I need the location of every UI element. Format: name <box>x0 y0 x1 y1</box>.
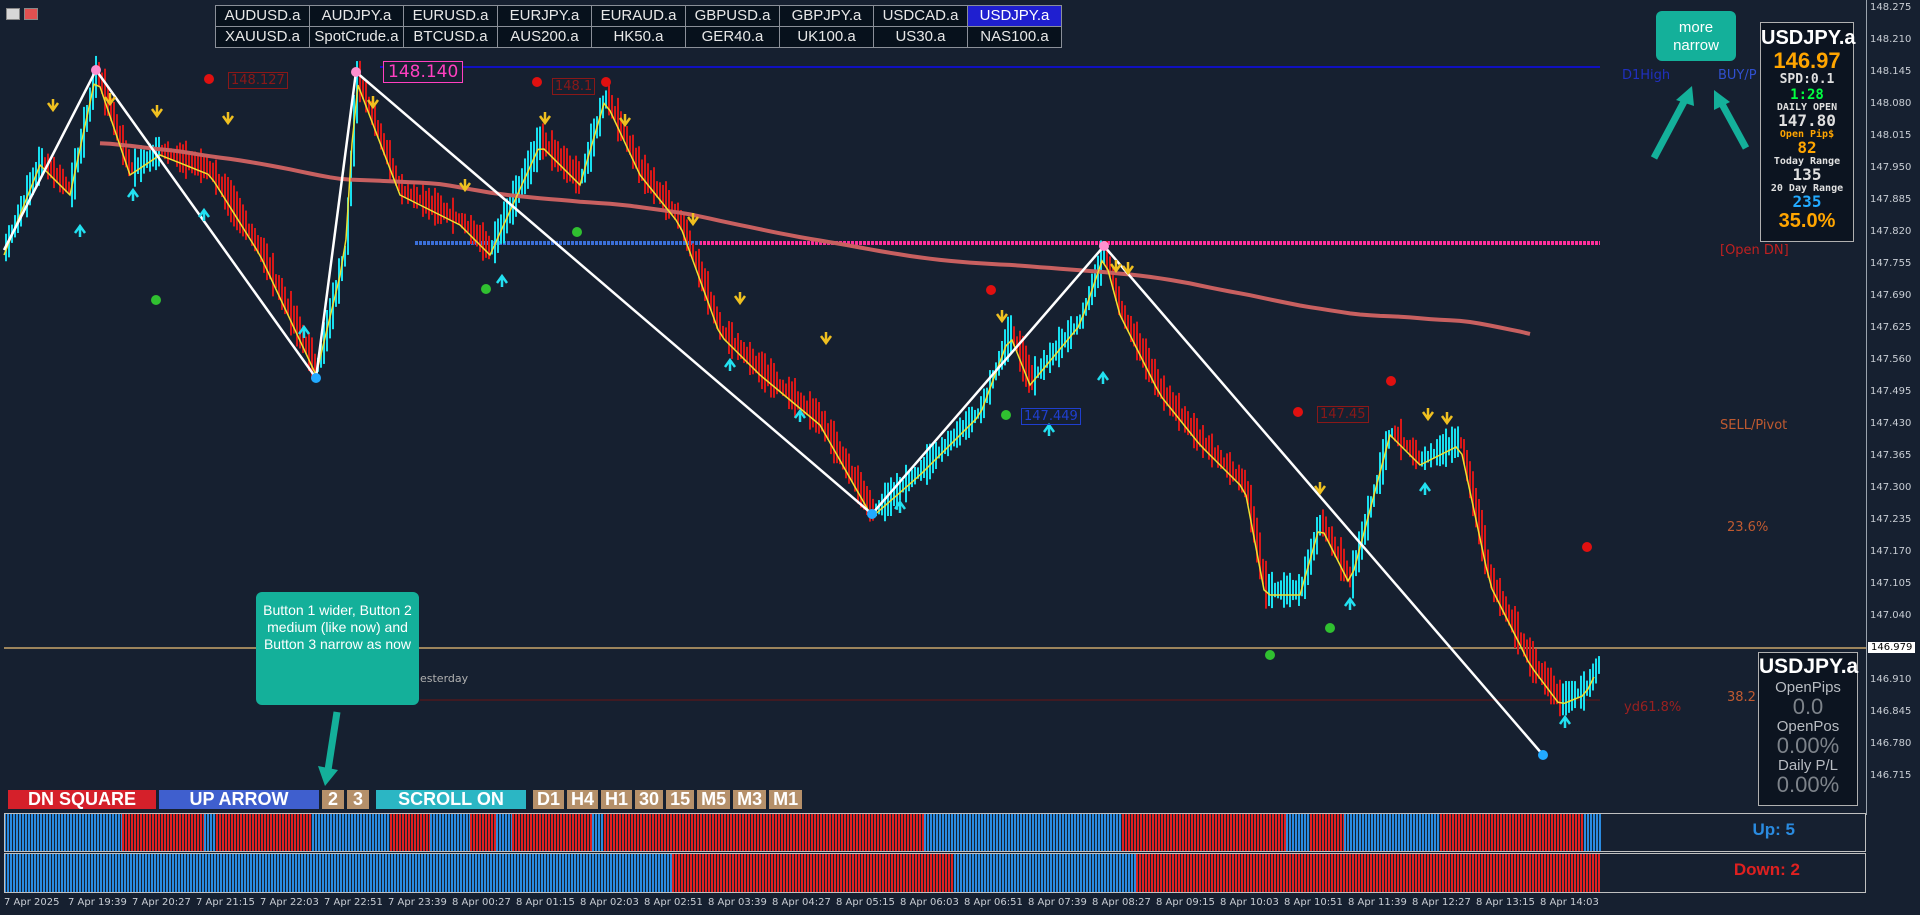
time-tick-label: 8 Apr 01:15 <box>516 897 575 908</box>
time-tick-label: 8 Apr 13:15 <box>1476 897 1535 908</box>
time-tick-label: 8 Apr 06:03 <box>900 897 959 908</box>
timeframe-h1-button[interactable]: H1 <box>601 790 633 809</box>
down-signal-strip: Down: 2 <box>4 853 1866 893</box>
time-tick-label: 8 Apr 02:03 <box>580 897 639 908</box>
time-tick-label: 7 Apr 19:39 <box>68 897 127 908</box>
annotation-arrow-1-head <box>1676 86 1694 106</box>
down-count-label: Down: 2 <box>1733 860 1800 879</box>
timeframe-h4-button[interactable]: H4 <box>567 790 599 809</box>
up-arrow-button[interactable]: UP ARROW <box>159 790 319 809</box>
button-2[interactable]: 2 <box>322 790 344 809</box>
time-tick-label: 8 Apr 03:39 <box>708 897 767 908</box>
up-signal-strip: Up: 5 <box>4 813 1866 852</box>
annotation-arrow-3 <box>324 711 341 771</box>
time-tick-label: 8 Apr 00:27 <box>452 897 511 908</box>
time-tick-label: 7 Apr 22:51 <box>324 897 383 908</box>
time-tick-label: 8 Apr 08:27 <box>1092 897 1151 908</box>
up-strip-bars <box>5 814 1601 851</box>
time-tick-label: 8 Apr 10:51 <box>1284 897 1343 908</box>
time-tick-label: 8 Apr 10:03 <box>1220 897 1279 908</box>
button-3[interactable]: 3 <box>347 790 369 809</box>
time-tick-label: 8 Apr 05:15 <box>836 897 895 908</box>
annotation-arrow-1 <box>1650 96 1690 160</box>
time-tick-label: 7 Apr 22:03 <box>260 897 319 908</box>
annotation-arrow-2 <box>1718 102 1750 150</box>
down-strip-bars <box>5 854 1600 892</box>
time-tick-label: 8 Apr 02:51 <box>644 897 703 908</box>
timeframe-m3-button[interactable]: M3 <box>733 790 767 809</box>
time-tick-label: 8 Apr 11:39 <box>1348 897 1407 908</box>
annotation-arrows <box>318 86 1750 786</box>
time-tick-label: 8 Apr 07:39 <box>1028 897 1087 908</box>
scroll-toggle-button[interactable]: SCROLL ON <box>376 790 526 809</box>
time-tick-label: 7 Apr 21:15 <box>196 897 255 908</box>
timeframe-d1-button[interactable]: D1 <box>533 790 565 809</box>
time-tick-label: 7 Apr 23:39 <box>388 897 447 908</box>
trading-terminal-window: AUDUSD.a AUDJPY.a EURUSD.a EURJPY.a EURAUD.a… <box>0 0 1920 915</box>
time-tick-label: 8 Apr 09:15 <box>1156 897 1215 908</box>
control-button-bar: DN SQUARE UP ARROW 2 3 SCROLL ON D1 H4 H1 3… <box>8 790 803 809</box>
timeframe-m1-button[interactable]: M1 <box>769 790 803 809</box>
time-tick-label: 7 Apr 2025 <box>4 897 60 908</box>
annotation-arrow-3-head <box>318 766 338 786</box>
timeframe-buttons: D1 H4 H1 30 15 M5 M3 M1 <box>533 790 803 809</box>
timeframe-m5-button[interactable]: M5 <box>697 790 731 809</box>
timeframe-30-button[interactable]: 30 <box>635 790 664 809</box>
time-tick-label: 8 Apr 12:27 <box>1412 897 1471 908</box>
time-tick-label: 8 Apr 06:51 <box>964 897 1023 908</box>
timeframe-15-button[interactable]: 15 <box>666 790 695 809</box>
time-tick-label: 8 Apr 14:03 <box>1540 897 1599 908</box>
dn-square-button[interactable]: DN SQUARE <box>8 790 156 809</box>
up-count-label: Up: 5 <box>1752 820 1796 839</box>
time-tick-label: 8 Apr 04:27 <box>772 897 831 908</box>
time-tick-label: 7 Apr 20:27 <box>132 897 191 908</box>
